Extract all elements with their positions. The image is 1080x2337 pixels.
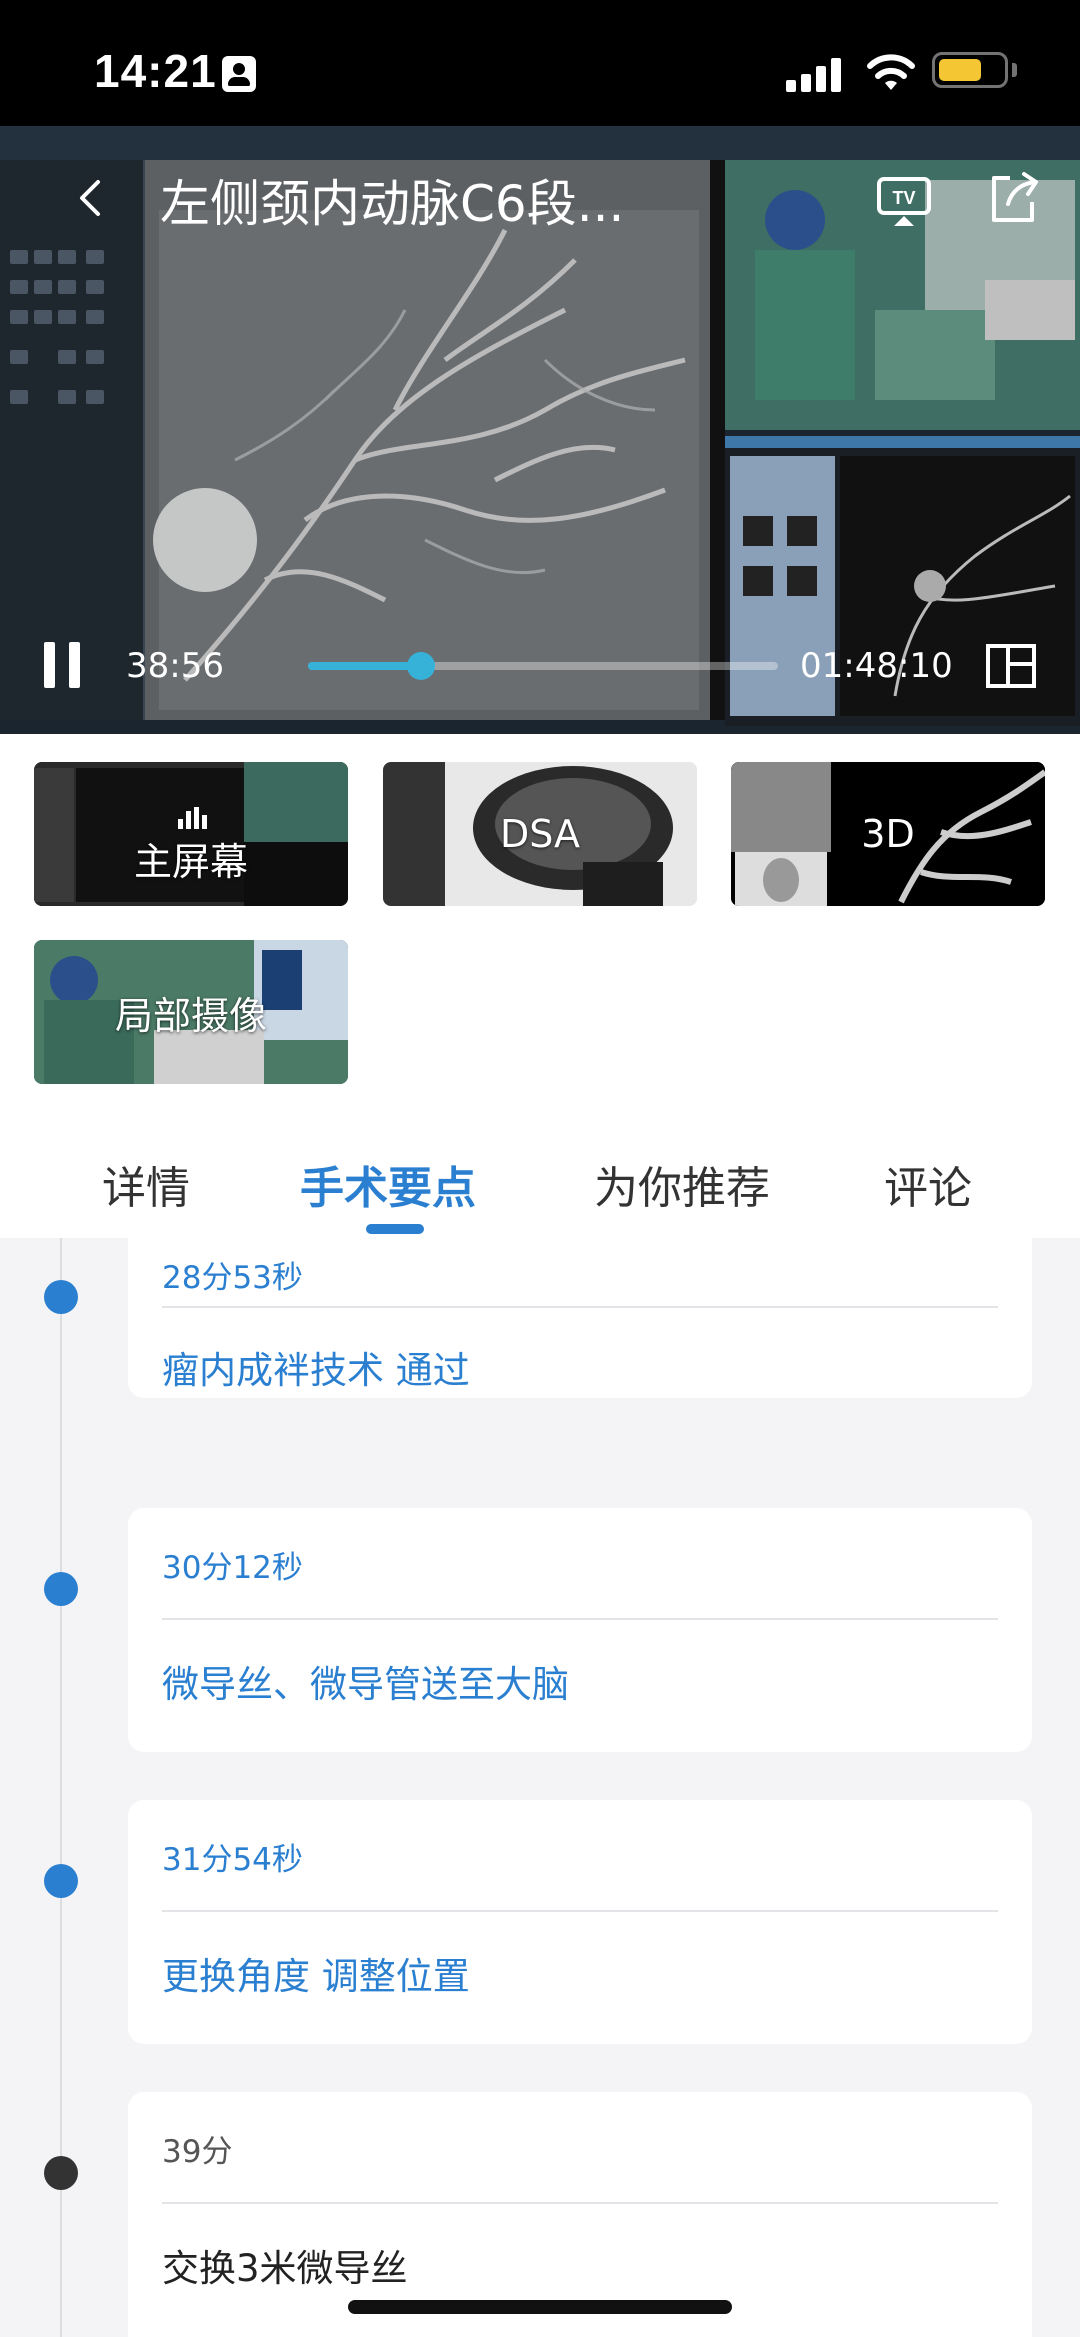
battery-icon [932,52,1008,88]
timeline-dot [44,1280,78,1314]
home-indicator [348,2300,732,2314]
view-separator [710,160,725,720]
progress-knob[interactable] [406,652,435,680]
audio-bars-icon [178,807,208,829]
timeline-text: 交换3米微导丝 [162,2247,408,2290]
timeline-divider [162,2202,998,2204]
timeline-dot [44,1572,78,1606]
tab-recommended[interactable]: 为你推荐 [594,1152,770,1216]
source-dsa[interactable]: DSA [383,762,697,906]
timeline-item[interactable]: 30分12秒 微导丝、微导管送至大脑 [128,1508,1032,1752]
timeline-divider [162,1306,998,1308]
pause-icon[interactable] [44,642,80,688]
timeline-text: 瘤内成袢技术 通过 [162,1349,470,1392]
player-header-strip [0,126,1080,160]
timeline-time: 31分54秒 [162,1842,303,1878]
tv-cast-icon[interactable]: TV [876,176,932,228]
cellular-signal-icon [786,58,842,92]
timeline-divider [162,1910,998,1912]
timeline-time: 39分 [162,2134,233,2170]
progress-fill [308,662,421,670]
workstation-panel [0,160,145,720]
status-bar: 14:21 [0,0,1080,126]
source-local-camera[interactable]: 局部摄像 [34,940,348,1084]
timeline-time: 30分12秒 [162,1550,303,1586]
source-main-screen[interactable]: 主屏幕 [34,762,348,906]
battery-tip [1012,63,1017,77]
progress-bar[interactable] [308,652,778,680]
source-label: 主屏幕 [133,839,248,884]
svg-text:TV: TV [892,188,915,208]
timeline-item[interactable]: 31分54秒 更换角度 调整位置 [128,1800,1032,2044]
timeline-time: 28分53秒 [162,1260,303,1296]
source-label: 3D [861,812,915,856]
timeline-text: 微导丝、微导管送至大脑 [162,1663,569,1706]
tab-comments[interactable]: 评论 [884,1152,972,1216]
back-icon[interactable] [74,178,104,218]
angiography-view [145,160,710,720]
current-time: 38:56 [126,646,224,686]
active-tab-indicator [366,1224,424,1234]
person-badge-icon [222,56,256,92]
source-switcher: 主屏幕 DSA 3D 局部摄像 [0,734,1080,1114]
timeline-item[interactable]: 28分53秒 瘤内成袢技术 通过 [128,1238,1032,1398]
key-points-timeline: 28分53秒 瘤内成袢技术 通过 30分12秒 微导丝、微导管送至大脑 31分5… [0,1238,1080,2337]
wifi-icon [867,54,915,90]
timeline-dot [44,1864,78,1898]
tab-key-points[interactable]: 手术要点 [300,1152,476,1216]
source-label: 局部摄像 [114,993,267,1038]
timeline-dot [44,2156,78,2190]
timeline-divider [162,1618,998,1620]
tab-details[interactable]: 详情 [102,1152,190,1216]
source-3d[interactable]: 3D [731,762,1045,906]
status-time: 14:21 [94,45,217,97]
source-label: DSA [499,812,581,856]
tab-bar: 详情 手术要点 为你推荐 评论 [0,1114,1080,1238]
layout-switch-icon[interactable] [986,644,1036,688]
timeline-text: 更换角度 调整位置 [162,1955,470,1998]
video-title: 左侧颈内动脉C6段... [160,175,625,233]
share-icon[interactable] [986,170,1040,226]
video-player[interactable]: 左侧颈内动脉C6段... TV 38:56 01:48:10 [0,126,1080,734]
total-time: 01:48:10 [800,646,953,686]
